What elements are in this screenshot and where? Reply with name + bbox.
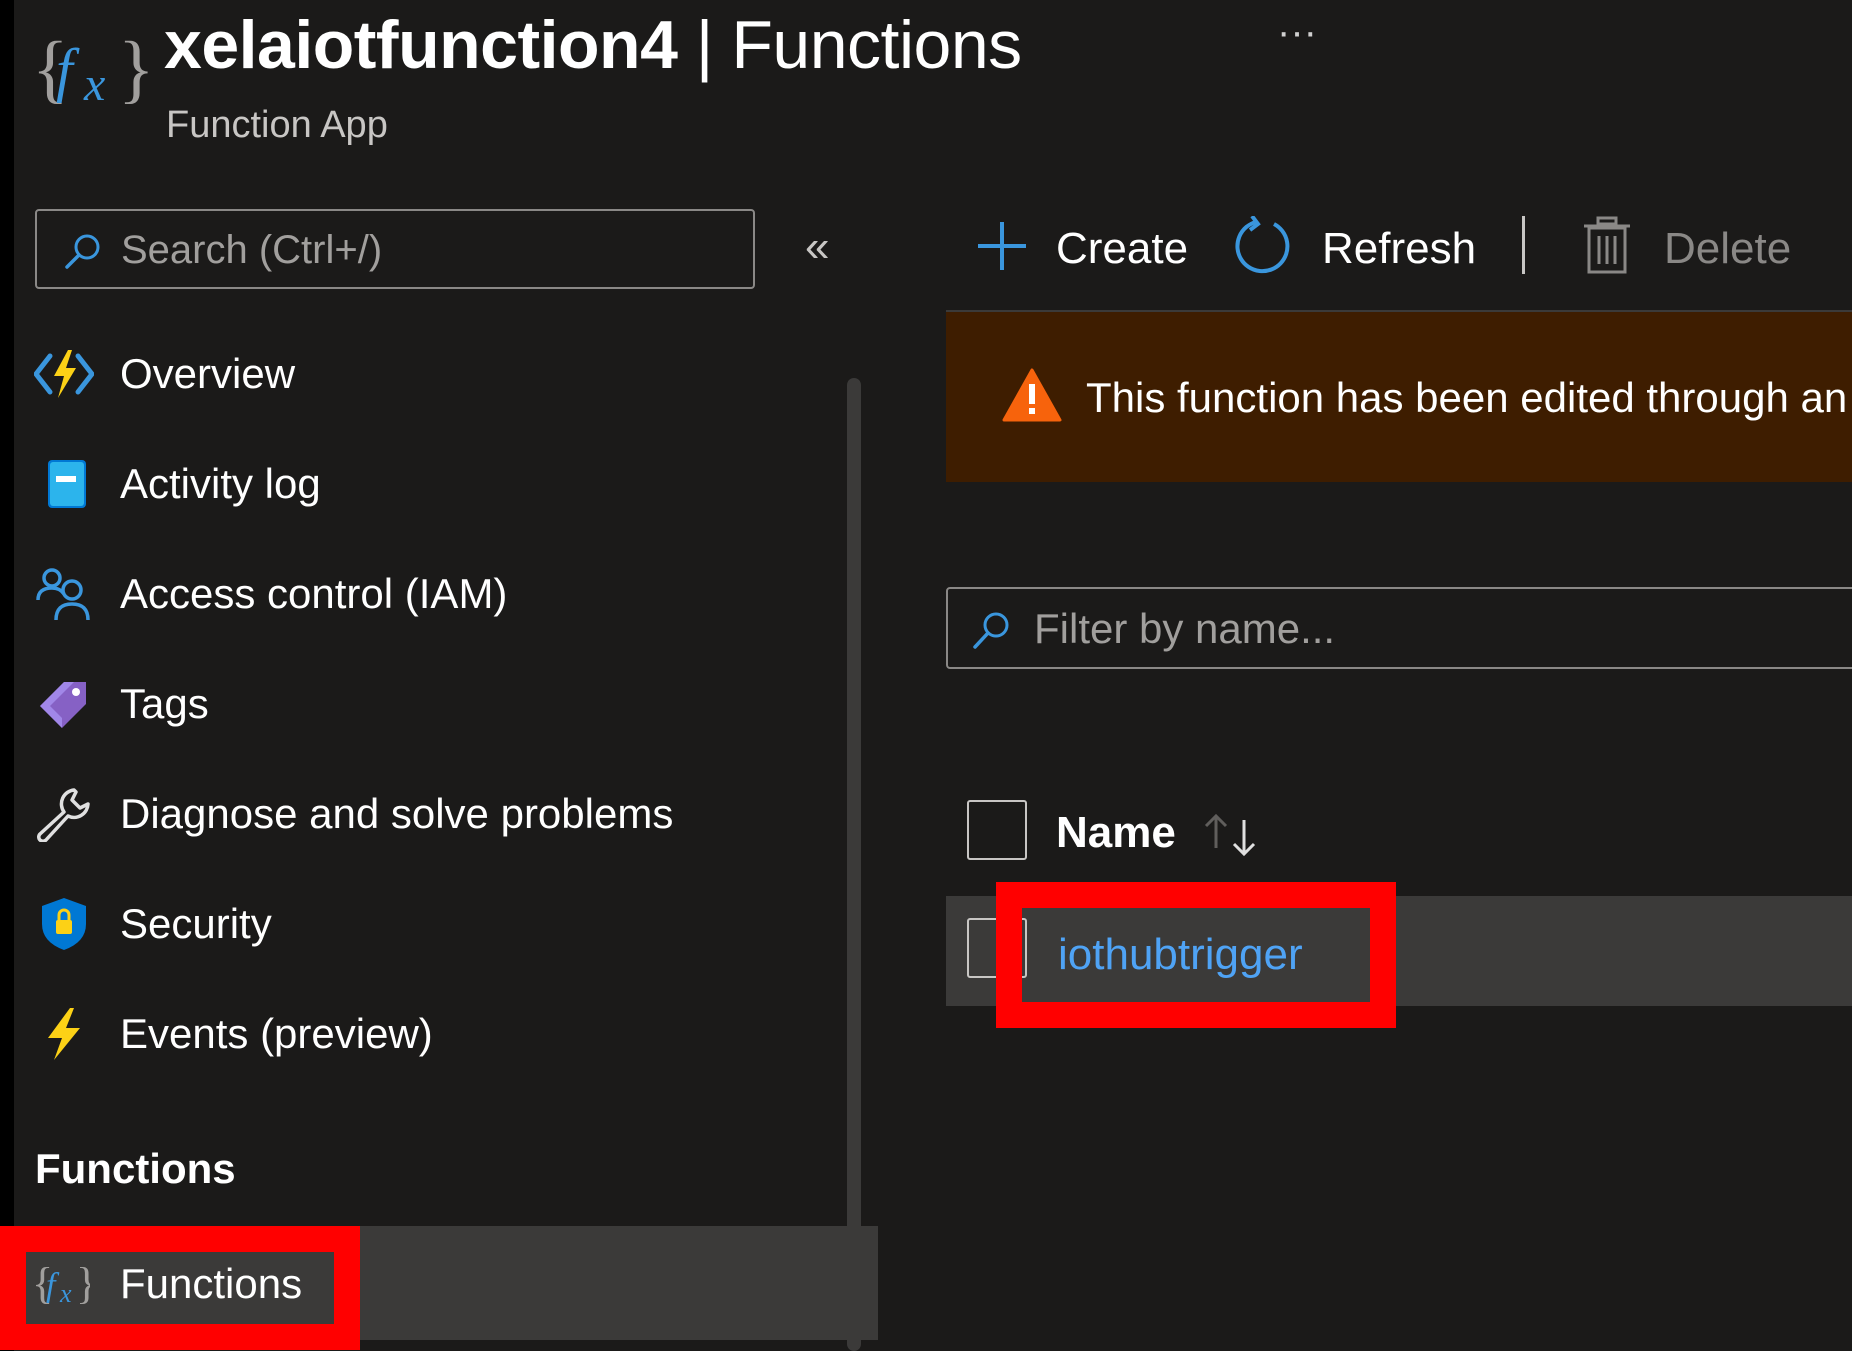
svg-text:f: f — [56, 37, 80, 103]
sidebar-search[interactable] — [35, 209, 755, 289]
highlight-box-functions-nav — [0, 1226, 360, 1350]
sidebar-item-diagnose[interactable]: Diagnose and solve problems — [14, 758, 844, 868]
wrench-icon — [37, 788, 90, 842]
shield-icon — [42, 898, 86, 950]
sidebar-item-access-control[interactable]: Access control (IAM) — [14, 538, 844, 648]
svg-text:}: } — [118, 27, 152, 111]
sort-icon[interactable] — [1200, 810, 1262, 860]
delete-button[interactable]: Delete — [1582, 212, 1822, 282]
warning-message: This function has been edited through an… — [1086, 374, 1852, 421]
trash-icon — [1584, 216, 1630, 274]
sidebar-item-label: Access control (IAM) — [120, 570, 508, 617]
sidebar-item-activity-log[interactable]: Activity log — [14, 428, 844, 538]
refresh-button[interactable]: Refresh — [1234, 212, 1477, 282]
page-edge — [0, 0, 14, 1351]
tag-icon — [40, 682, 86, 728]
search-icon — [65, 234, 100, 269]
title-section: Functions — [731, 7, 1022, 83]
sidebar-item-security[interactable]: Security — [14, 868, 844, 978]
page-header: { f x } xelaiotfunction4 | Functions ···… — [14, 0, 1852, 190]
plus-icon — [978, 222, 1026, 270]
sidebar-scrollbar[interactable] — [847, 378, 861, 1351]
sidebar-item-tags[interactable]: Tags — [14, 648, 844, 758]
search-icon — [973, 612, 1009, 649]
delete-label: Delete — [1664, 224, 1792, 273]
sidebar-item-label: Activity log — [120, 460, 321, 507]
more-options-button[interactable]: ··· — [1277, 10, 1317, 55]
sidebar-section-functions: Functions — [35, 1145, 236, 1192]
sidebar-item-label: Security — [120, 900, 272, 947]
sidebar-item-label: Overview — [120, 350, 296, 397]
title-resource-name: xelaiotfunction4 — [164, 7, 678, 83]
create-label: Create — [1056, 224, 1189, 273]
sidebar-item-overview[interactable]: Overview — [14, 318, 844, 428]
highlight-box-function-row — [996, 882, 1396, 1028]
collapse-sidebar-button[interactable]: « — [805, 222, 829, 272]
refresh-label: Refresh — [1322, 224, 1477, 273]
sidebar-item-events[interactable]: Events (preview) — [14, 978, 844, 1088]
sidebar-item-label: Tags — [120, 680, 209, 727]
toolbar-separator — [1522, 216, 1525, 274]
create-button[interactable]: Create — [974, 212, 1194, 282]
svg-text:x: x — [83, 58, 105, 111]
users-icon — [36, 568, 90, 621]
filter-by-name[interactable] — [946, 587, 1852, 669]
filter-input[interactable] — [1032, 597, 1816, 661]
page-title: xelaiotfunction4 | Functions — [164, 6, 1022, 84]
warning-banner: This function has been edited through an… — [946, 312, 1852, 482]
title-separator: | — [695, 7, 714, 83]
sidebar-item-label: Diagnose and solve problems — [120, 790, 674, 837]
sidebar-item-label: Events (preview) — [120, 1010, 433, 1057]
lightning-icon — [48, 1008, 80, 1060]
activity-log-icon — [48, 460, 86, 508]
page-subtitle: Function App — [166, 104, 388, 146]
function-bolt-icon — [34, 350, 94, 398]
column-header-name[interactable]: Name — [1056, 808, 1176, 858]
refresh-icon — [1235, 216, 1290, 274]
sidebar-search-input[interactable] — [119, 219, 723, 281]
function-app-icon: { f x } — [32, 27, 152, 111]
warning-icon — [1002, 368, 1062, 422]
select-all-checkbox[interactable] — [967, 800, 1027, 860]
